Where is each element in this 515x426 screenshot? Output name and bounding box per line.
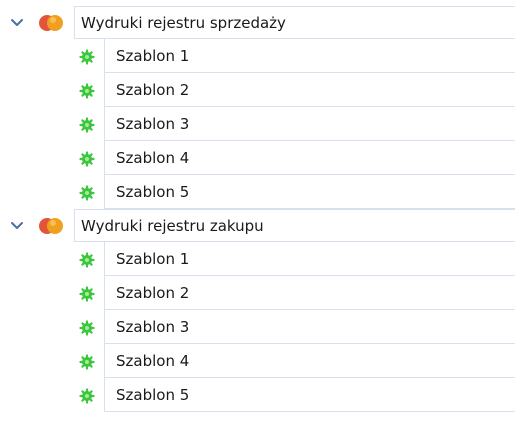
template-gear-icon [79,83,95,99]
template-gear-icon [79,388,95,404]
tree-item-label[interactable]: Szablon 3 [104,310,515,344]
tree-item[interactable]: Szablon 4 [0,141,515,175]
tree-item[interactable]: Szablon 4 [0,344,515,378]
tree-group-purchase-register[interactable]: Wydruki rejestru zakupu [0,209,515,242]
template-gear-icon [79,117,95,133]
template-gear-icon [79,354,95,370]
tree-item-label[interactable]: Szablon 1 [104,39,515,73]
tree-item-label[interactable]: Szablon 3 [104,107,515,141]
template-gear-icon [79,286,95,302]
group-label[interactable]: Wydruki rejestru zakupu [74,209,515,242]
tree-item-label[interactable]: Szablon 5 [104,175,515,209]
tree-item-label[interactable]: Szablon 4 [104,141,515,175]
tree-item[interactable]: Szablon 3 [0,310,515,344]
tree-item[interactable]: Szablon 2 [0,73,515,107]
tree-item[interactable]: Szablon 5 [0,378,515,412]
report-group-icon [39,218,63,234]
template-gear-icon [79,185,95,201]
tree-item[interactable]: Szablon 1 [0,242,515,276]
tree-item[interactable]: Szablon 5 [0,175,515,209]
template-gear-icon [79,151,95,167]
tree-item-label[interactable]: Szablon 2 [104,73,515,107]
tree-group-sales-register[interactable]: Wydruki rejestru sprzedaży [0,6,515,39]
template-gear-icon [79,49,95,65]
tree-item[interactable]: Szablon 2 [0,276,515,310]
tree-item-label[interactable]: Szablon 5 [104,378,515,412]
report-group-icon [39,15,63,31]
chevron-down-icon[interactable] [10,17,24,29]
group-label[interactable]: Wydruki rejestru sprzedaży [74,6,515,39]
tree-item[interactable]: Szablon 3 [0,107,515,141]
tree-item[interactable]: Szablon 1 [0,39,515,73]
chevron-down-icon[interactable] [10,220,24,232]
template-gear-icon [79,252,95,268]
tree-item-label[interactable]: Szablon 4 [104,344,515,378]
tree-item-label[interactable]: Szablon 1 [104,242,515,276]
template-gear-icon [79,320,95,336]
report-template-tree: Wydruki rejestru sprzedaży Szablon 1 Sza… [0,0,515,426]
tree-item-label[interactable]: Szablon 2 [104,276,515,310]
